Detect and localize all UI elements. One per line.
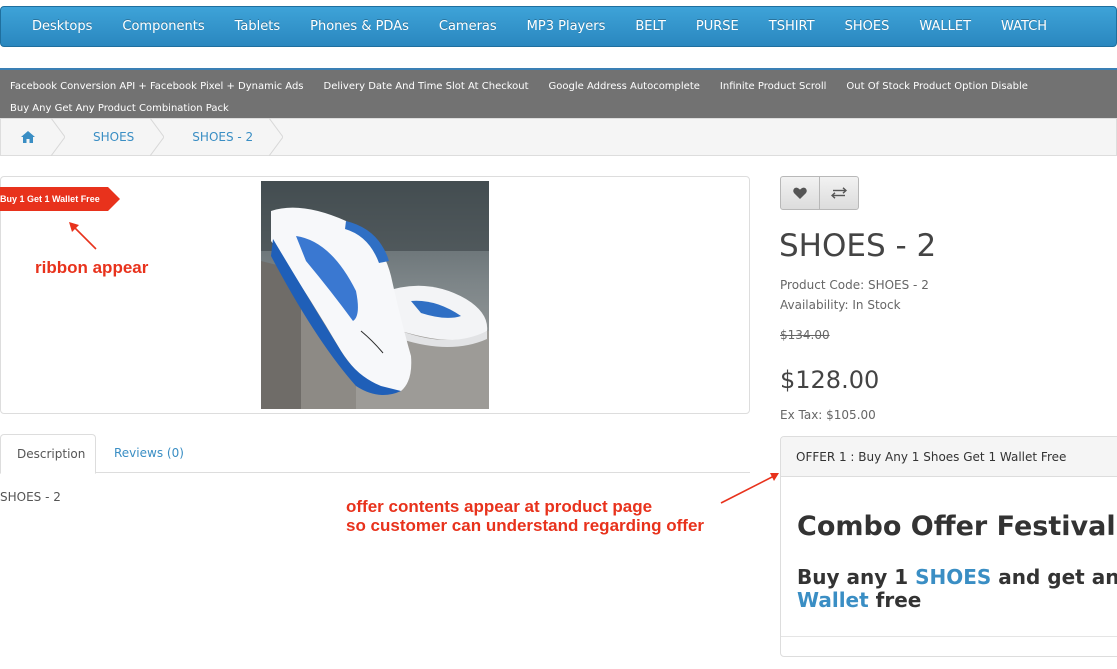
nav-belt[interactable]: BELT	[620, 19, 681, 34]
breadcrumb-label: SHOES	[93, 130, 135, 144]
tab-description[interactable]: Description	[0, 434, 96, 474]
offer-title: Combo Offer Festival	[797, 511, 1116, 542]
heart-icon	[792, 187, 807, 199]
product-code: Product Code: SHOES - 2	[780, 278, 929, 292]
nav-mp3-players[interactable]: MP3 Players	[512, 19, 621, 34]
annotation-offer-line-2: so customer can understand regarding off…	[346, 516, 705, 535]
nav-shoes[interactable]: SHOES	[830, 19, 905, 34]
product-price: $128.00	[780, 366, 880, 394]
nav-purse[interactable]: PURSE	[681, 19, 754, 34]
shoe-photo	[261, 181, 489, 409]
annotation-offer-line-1: offer contents appear at product page	[346, 497, 653, 516]
home-icon	[21, 131, 35, 143]
offer-divider	[781, 636, 1117, 637]
annotation-arrow-icon	[720, 473, 779, 504]
annotation-arrow-icon	[69, 222, 97, 250]
product-availability: Availability: In Stock	[780, 298, 901, 312]
compare-button[interactable]	[820, 177, 859, 209]
nav-tshirt[interactable]: TSHIRT	[754, 19, 830, 34]
nav-components[interactable]: Components	[107, 19, 219, 34]
extension-row: Facebook Conversion API + Facebook Pixel…	[0, 75, 1117, 97]
breadcrumb-shoes[interactable]: SHOES	[65, 118, 165, 156]
ext-link-out-of-stock[interactable]: Out Of Stock Product Option Disable	[836, 81, 1038, 92]
offer-text: free	[868, 588, 922, 612]
nav-watch[interactable]: WATCH	[986, 19, 1062, 34]
extension-links-bar: Facebook Conversion API + Facebook Pixel…	[0, 68, 1117, 118]
product-title: SHOES - 2	[779, 228, 937, 264]
product-image[interactable]	[261, 181, 489, 409]
add-to-wishlist-button[interactable]	[781, 177, 820, 209]
offer-panel: OFFER 1 : Buy Any 1 Shoes Get 1 Wallet F…	[780, 436, 1117, 657]
offer-highlight-shoes: SHOES	[915, 565, 992, 589]
annotation-ribbon: ribbon appear	[35, 258, 149, 277]
tab-reviews[interactable]: Reviews (0)	[98, 434, 200, 473]
offer-heading: OFFER 1 : Buy Any 1 Shoes Get 1 Wallet F…	[781, 437, 1117, 477]
breadcrumb-label: SHOES - 2	[192, 130, 254, 144]
product-tabs: Description Reviews (0)	[0, 434, 750, 474]
offer-highlight-wallet: Wallet	[797, 588, 869, 612]
offer-text: Buy any 1	[797, 565, 916, 589]
old-price: $134.00	[780, 328, 830, 342]
nav-tablets[interactable]: Tablets	[220, 19, 296, 34]
breadcrumb-separator	[150, 118, 165, 156]
nav-cameras[interactable]: Cameras	[424, 19, 512, 34]
extension-row: Buy Any Get Any Product Combination Pack	[0, 97, 1117, 119]
offer-ribbon-text: Buy 1 Get 1 Wallet Free	[0, 194, 100, 204]
ext-link-facebook-conversion[interactable]: Facebook Conversion API + Facebook Pixel…	[0, 81, 314, 92]
breadcrumb-separator	[269, 118, 284, 156]
top-menu: Desktops Components Tablets Phones & PDA…	[0, 6, 1117, 47]
ext-link-infinite-scroll[interactable]: Infinite Product Scroll	[710, 81, 837, 92]
ex-tax-price: Ex Tax: $105.00	[780, 408, 876, 422]
breadcrumb: SHOES SHOES - 2	[0, 118, 1117, 156]
product-action-buttons	[780, 176, 859, 210]
nav-wallet[interactable]: WALLET	[904, 19, 986, 34]
breadcrumb-home[interactable]	[1, 118, 65, 156]
compare-arrows-icon	[830, 187, 847, 199]
ext-link-buy-any-get-any[interactable]: Buy Any Get Any Product Combination Pack	[0, 103, 239, 114]
nav-desktops[interactable]: Desktops	[17, 19, 107, 34]
offer-description-line-1: Buy any 1 SHOES and get any 1	[797, 565, 1117, 589]
ext-link-delivery-date[interactable]: Delivery Date And Time Slot At Checkout	[314, 81, 539, 92]
offer-text: and get any 1	[998, 565, 1117, 589]
nav-phones-pdas[interactable]: Phones & PDAs	[295, 19, 424, 34]
ext-link-google-address[interactable]: Google Address Autocomplete	[539, 81, 710, 92]
breadcrumb-shoes-2[interactable]: SHOES - 2	[164, 118, 284, 156]
description-content: SHOES - 2	[0, 490, 61, 504]
breadcrumb-separator	[51, 118, 65, 156]
offer-description-line-2: Wallet free	[797, 588, 921, 612]
